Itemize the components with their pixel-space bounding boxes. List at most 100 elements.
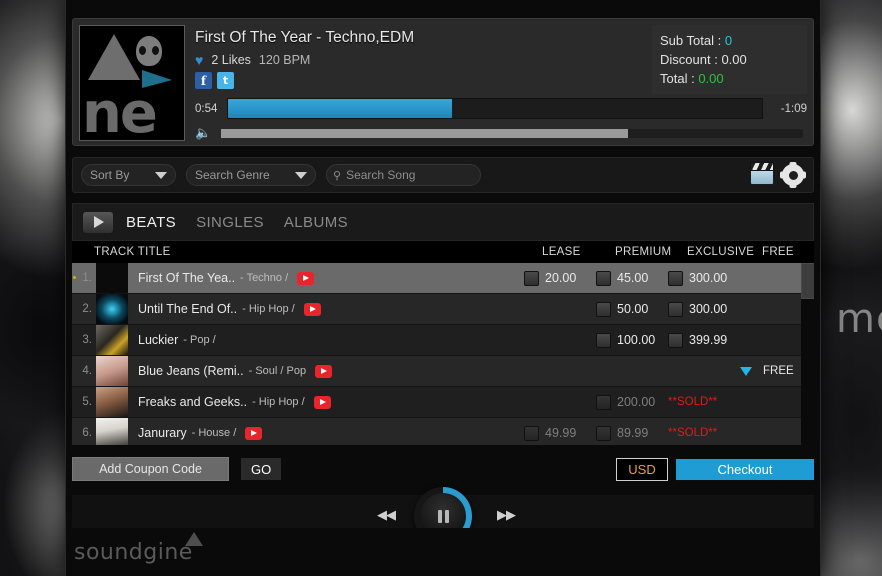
track-list: TRACK TITLE LEASE PREMIUM EXCLUSIVE FREE…	[72, 241, 814, 445]
youtube-icon[interactable]	[303, 302, 321, 316]
premium-checkbox[interactable]	[596, 394, 611, 410]
sort-by-label: Sort By	[90, 168, 130, 182]
remaining-time: -1:09	[780, 102, 807, 115]
free-download-option[interactable]: FREE	[740, 365, 794, 377]
lease-price: 49.99	[545, 426, 577, 440]
search-icon: ⚲	[333, 169, 342, 182]
play-icon[interactable]	[83, 211, 113, 233]
track-genre: - Hip Hop /	[252, 396, 305, 408]
artwork-eye-left	[139, 46, 146, 55]
speaker-icon[interactable]: 🔈	[195, 125, 221, 141]
column-lease: LEASE	[542, 246, 581, 258]
volume-level-fill	[221, 128, 629, 138]
premium-price: 50.00	[617, 302, 649, 316]
lease-checkbox[interactable]	[524, 270, 539, 286]
exclusive-option[interactable]: 300.00	[668, 301, 728, 317]
fast-forward-icon[interactable]: ▶▶	[497, 507, 516, 523]
premium-checkbox[interactable]	[596, 332, 611, 348]
facebook-icon[interactable]: f	[195, 72, 212, 89]
scrollbar-thumb[interactable]	[801, 263, 814, 299]
exclusive-option[interactable]: 399.99	[668, 332, 728, 348]
seek-slider[interactable]	[227, 98, 763, 119]
track-genre: - Soul / Pop	[248, 365, 307, 377]
sub-total-value: 0	[724, 33, 733, 48]
search-song-placeholder: Search Song	[346, 168, 416, 182]
lease-option[interactable]: 20.00	[524, 270, 577, 286]
checkout-bar: Add Coupon Code GO USD Checkout	[72, 453, 814, 485]
table-row[interactable]: 4. Blue Jeans (Remi.. - Soul / Pop FREE	[72, 356, 814, 387]
chevron-down-icon	[295, 171, 307, 179]
premium-checkbox[interactable]	[596, 425, 611, 441]
premium-option[interactable]: 89.99	[596, 425, 648, 441]
rewind-icon[interactable]: ◀◀	[377, 507, 396, 523]
download-arrow-icon	[740, 366, 752, 376]
premium-option[interactable]: 200.00	[596, 394, 655, 410]
brand-text: soundgine	[74, 539, 193, 565]
lease-price: 20.00	[545, 271, 577, 285]
filter-toolbar: Sort By Search Genre ⚲ Search Song	[72, 157, 814, 193]
exclusive-price: 300.00	[689, 302, 728, 316]
track-title: First Of The Yea..	[138, 271, 236, 285]
totals-panel: Sub Total : 0 Discount : 0.00 Total : 0.…	[652, 25, 807, 94]
table-row[interactable]: 5. Freaks and Geeks.. - Hip Hop / 200.00…	[72, 387, 814, 418]
exclusive-price: 399.99	[689, 333, 728, 347]
premium-option[interactable]: 45.00	[596, 270, 649, 286]
heart-icon[interactable]: ♥	[195, 53, 203, 67]
youtube-icon[interactable]	[245, 426, 263, 440]
youtube-icon[interactable]	[315, 364, 333, 378]
table-row[interactable]: 3. Luckier - Pop / 100.00 399.99	[72, 325, 814, 356]
checkout-right-group: USD Checkout	[616, 457, 814, 481]
table-row[interactable]: 1. First Of The Yea.. - Techno / 20.00 4…	[72, 263, 814, 294]
sort-by-dropdown[interactable]: Sort By	[81, 164, 176, 186]
row-number: 5.	[82, 396, 92, 408]
youtube-icon[interactable]	[313, 395, 331, 409]
premium-price: 45.00	[617, 271, 649, 285]
table-row[interactable]: 2. Until The End Of.. - Hip Hop / 50.00 …	[72, 294, 814, 325]
youtube-icon[interactable]	[297, 271, 315, 285]
exclusive-option[interactable]: 300.00	[668, 270, 727, 286]
sold-status: **SOLD**	[668, 396, 717, 408]
search-genre-dropdown[interactable]: Search Genre	[186, 164, 316, 186]
table-row[interactable]: 6. Janurary - House / 49.99 89.99 **SOLD…	[72, 418, 814, 445]
exclusive-checkbox[interactable]	[668, 301, 683, 317]
sub-total-line: Sub Total : 0	[660, 31, 799, 50]
column-premium: PREMIUM	[615, 246, 672, 258]
currency-selector[interactable]: USD	[616, 457, 668, 481]
status-badge: **SOLD**	[668, 396, 718, 408]
exclusive-checkbox[interactable]	[668, 270, 683, 286]
bpm-value: 120 BPM	[258, 53, 311, 67]
current-time: 0:54	[195, 102, 218, 115]
volume-slider[interactable]	[221, 128, 803, 138]
tab-singles[interactable]: SINGLES	[196, 214, 264, 231]
track-thumbnail	[96, 263, 128, 293]
coupon-go-button[interactable]: GO	[241, 458, 282, 480]
artwork-eye-right	[152, 46, 159, 55]
content-tabs: BEATS SINGLES ALBUMS	[72, 203, 814, 241]
premium-checkbox[interactable]	[596, 301, 611, 317]
gear-icon[interactable]	[781, 163, 805, 187]
checkout-button[interactable]: Checkout	[676, 458, 814, 480]
track-list-scrollbar[interactable]	[801, 263, 814, 445]
lease-option[interactable]: 49.99	[524, 425, 577, 441]
column-exclusive: EXCLUSIVE	[687, 246, 755, 258]
tab-albums[interactable]: ALBUMS	[284, 214, 348, 231]
discount-value: 0.00	[721, 52, 747, 67]
coupon-input[interactable]: Add Coupon Code	[72, 457, 229, 481]
track-title: Freaks and Geeks..	[138, 395, 248, 409]
artwork-triangle-shape	[88, 34, 140, 80]
clapperboard-icon[interactable]	[750, 162, 774, 187]
premium-option[interactable]: 50.00	[596, 301, 649, 317]
now-playing-panel: ne First Of The Year - Techno,EDM ♥ 2 Li…	[72, 18, 814, 146]
premium-checkbox[interactable]	[596, 270, 611, 286]
premium-option[interactable]: 100.00	[596, 332, 655, 348]
row-number: 6.	[82, 427, 92, 439]
track-rows-container: 1. First Of The Yea.. - Techno / 20.00 4…	[72, 263, 814, 445]
exclusive-checkbox[interactable]	[668, 332, 683, 348]
lease-checkbox[interactable]	[524, 425, 539, 441]
search-song-field[interactable]: ⚲ Search Song	[326, 164, 481, 186]
twitter-icon[interactable]: t	[217, 72, 234, 89]
free-label: FREE	[763, 365, 794, 377]
toolbar-icon-group	[750, 162, 805, 187]
tab-beats[interactable]: BEATS	[126, 214, 176, 231]
track-genre: - House /	[191, 427, 237, 439]
